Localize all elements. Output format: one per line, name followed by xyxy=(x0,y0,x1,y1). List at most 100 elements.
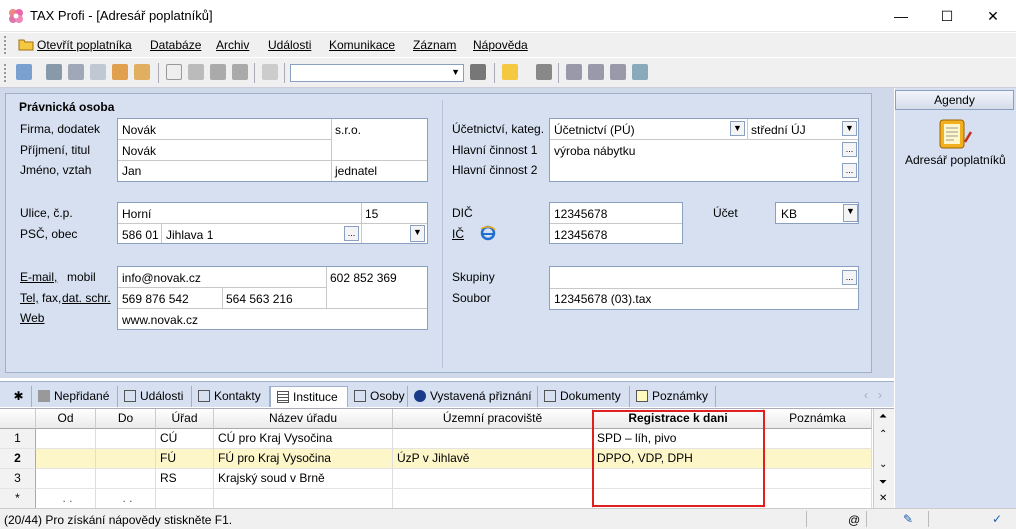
cinnost1-lookup-button[interactable]: ... xyxy=(842,142,857,157)
preview-icon[interactable] xyxy=(90,64,106,80)
email-input[interactable]: info@novak.cz xyxy=(122,271,201,285)
tab-vystavena-priznani[interactable]: Vystavená přiznání xyxy=(408,386,538,407)
prijmeni-input[interactable]: Novák xyxy=(122,144,156,158)
tel-input[interactable]: 569 876 542 xyxy=(122,292,189,306)
cell-poznamka[interactable] xyxy=(764,429,872,449)
detail-icon[interactable] xyxy=(588,64,604,80)
internet-explorer-icon[interactable] xyxy=(480,225,496,241)
cell-nazev[interactable]: CÚ pro Kraj Vysočina xyxy=(214,429,393,449)
col-header-do[interactable]: Do xyxy=(96,409,156,429)
cp-input[interactable]: 15 xyxy=(365,207,378,221)
save-all-icon[interactable] xyxy=(232,64,248,80)
row-number[interactable]: 1 xyxy=(0,429,36,449)
web-label[interactable]: Web xyxy=(20,311,44,325)
cell-uzemni[interactable] xyxy=(393,429,593,449)
ic-input[interactable]: 12345678 xyxy=(554,228,607,242)
fax-input[interactable]: 564 563 216 xyxy=(226,292,293,306)
ucetnictvi-dropdown-arrow[interactable]: ▼ xyxy=(730,121,745,136)
address-book-icon[interactable] xyxy=(937,116,973,152)
menu-komunikace[interactable]: Komunikace xyxy=(329,38,395,52)
dodatek-input[interactable]: s.r.o. xyxy=(335,123,361,137)
ucet-dropdown-arrow[interactable]: ▼ xyxy=(843,204,858,222)
menu-otevrit[interactable]: Otevřít poplatníka xyxy=(37,38,132,52)
obec-lookup-button[interactable]: ... xyxy=(344,226,359,241)
export-icon[interactable] xyxy=(112,64,128,80)
cell-urad[interactable]: FÚ xyxy=(156,449,214,469)
cell-urad[interactable] xyxy=(156,489,214,509)
psc-input[interactable]: 586 01 xyxy=(122,228,159,242)
search-combo[interactable]: ▼ xyxy=(290,64,464,82)
agendy-item-adresar[interactable]: Adresář poplatníků xyxy=(905,153,1006,167)
menu-udalosti[interactable]: Události xyxy=(268,38,311,52)
dic-input[interactable]: 12345678 xyxy=(554,207,607,221)
tools-icon[interactable] xyxy=(632,64,648,80)
print-setup-icon[interactable] xyxy=(46,64,62,80)
filter-icon[interactable] xyxy=(470,64,486,80)
tab-prev-arrow[interactable]: ‹ xyxy=(864,388,868,402)
tab-kontakty[interactable]: Kontakty xyxy=(192,386,270,407)
tab-next-arrow[interactable]: › xyxy=(878,388,882,402)
col-header-od[interactable]: Od xyxy=(36,409,96,429)
save-icon[interactable] xyxy=(210,64,226,80)
new-row-marker[interactable]: * xyxy=(0,489,36,509)
menu-databaze[interactable]: Databáze xyxy=(150,38,201,52)
ucetnictvi-select[interactable]: Účetnictví (PÚ) xyxy=(554,123,635,137)
grid-scrollbar[interactable]: ⏶ ⌃ ⌄ ⏷ ✕ xyxy=(873,409,894,509)
cell-do[interactable]: . . xyxy=(96,489,156,509)
col-header-nazev[interactable]: Název úřadu xyxy=(214,409,393,429)
scroll-bottom-icon[interactable]: ⏷ xyxy=(879,477,887,488)
cell-uzemni[interactable] xyxy=(393,489,593,509)
cell-od[interactable] xyxy=(36,429,96,449)
close-button[interactable]: ✕ xyxy=(970,0,1016,32)
scroll-down-icon[interactable]: ⌄ xyxy=(879,459,887,470)
tab-poznamky[interactable]: Poznámky xyxy=(630,386,716,407)
obec-input[interactable]: Jihlava 1 xyxy=(166,228,213,242)
scroll-end-icon[interactable]: ✕ xyxy=(879,493,887,504)
web-input[interactable]: www.novak.cz xyxy=(122,313,198,327)
tel-label[interactable]: Tel, xyxy=(20,291,39,305)
row-number[interactable]: 3 xyxy=(0,469,36,489)
cell-do[interactable] xyxy=(96,449,156,469)
scroll-top-icon[interactable]: ⏶ xyxy=(879,411,887,422)
menu-zaznam[interactable]: Záznam xyxy=(413,38,456,52)
email-label[interactable]: E-mail, xyxy=(20,270,57,284)
vztah-input[interactable]: jednatel xyxy=(335,164,377,178)
cinnost2-lookup-button[interactable]: ... xyxy=(842,163,857,178)
cell-urad[interactable]: RS xyxy=(156,469,214,489)
cell-nazev[interactable] xyxy=(214,489,393,509)
cell-od[interactable] xyxy=(36,449,96,469)
cell-nazev[interactable]: Krajský soud v Brně xyxy=(214,469,393,489)
tab-udalosti[interactable]: Události xyxy=(118,386,192,407)
tab-osoby[interactable]: Osoby xyxy=(348,386,408,407)
cell-od[interactable] xyxy=(36,469,96,489)
col-header-urad[interactable]: Úřad xyxy=(156,409,214,429)
cinnost1-input[interactable]: výroba nábytku xyxy=(554,144,635,158)
skupiny-lookup-button[interactable]: ... xyxy=(842,270,857,285)
cell-urad[interactable]: CÚ xyxy=(156,429,214,449)
tab-all[interactable]: ✱ xyxy=(6,386,32,407)
ulice-input[interactable]: Horní xyxy=(122,207,151,221)
cell-poznamka[interactable] xyxy=(764,469,872,489)
jmeno-input[interactable]: Jan xyxy=(122,164,141,178)
cell-poznamka[interactable] xyxy=(764,489,872,509)
row-number[interactable]: 2 xyxy=(0,449,36,469)
report-icon[interactable] xyxy=(610,64,626,80)
new-record-icon[interactable] xyxy=(166,64,182,80)
col-header-poznamka[interactable]: Poznámka xyxy=(764,409,872,429)
col-header-uzemni[interactable]: Územní pracoviště xyxy=(393,409,593,429)
archive-icon[interactable] xyxy=(536,64,552,80)
menu-napoveda[interactable]: Nápověda xyxy=(473,38,528,52)
cell-nazev[interactable]: FÚ pro Kraj Vysočina xyxy=(214,449,393,469)
maximize-button[interactable]: ☐ xyxy=(924,0,970,32)
back-icon[interactable] xyxy=(16,64,32,80)
import-icon[interactable] xyxy=(134,64,150,80)
obec-dropdown-button[interactable]: ▼ xyxy=(410,225,425,242)
cell-od[interactable]: . . xyxy=(36,489,96,509)
ucet-select[interactable]: KB ▼ xyxy=(775,202,859,224)
copy-icon[interactable] xyxy=(262,64,278,80)
cell-do[interactable] xyxy=(96,469,156,489)
firma-input[interactable]: Novák xyxy=(122,123,156,137)
print-icon[interactable] xyxy=(68,64,84,80)
folder-icon[interactable] xyxy=(502,64,518,80)
cell-uzemni[interactable] xyxy=(393,469,593,489)
